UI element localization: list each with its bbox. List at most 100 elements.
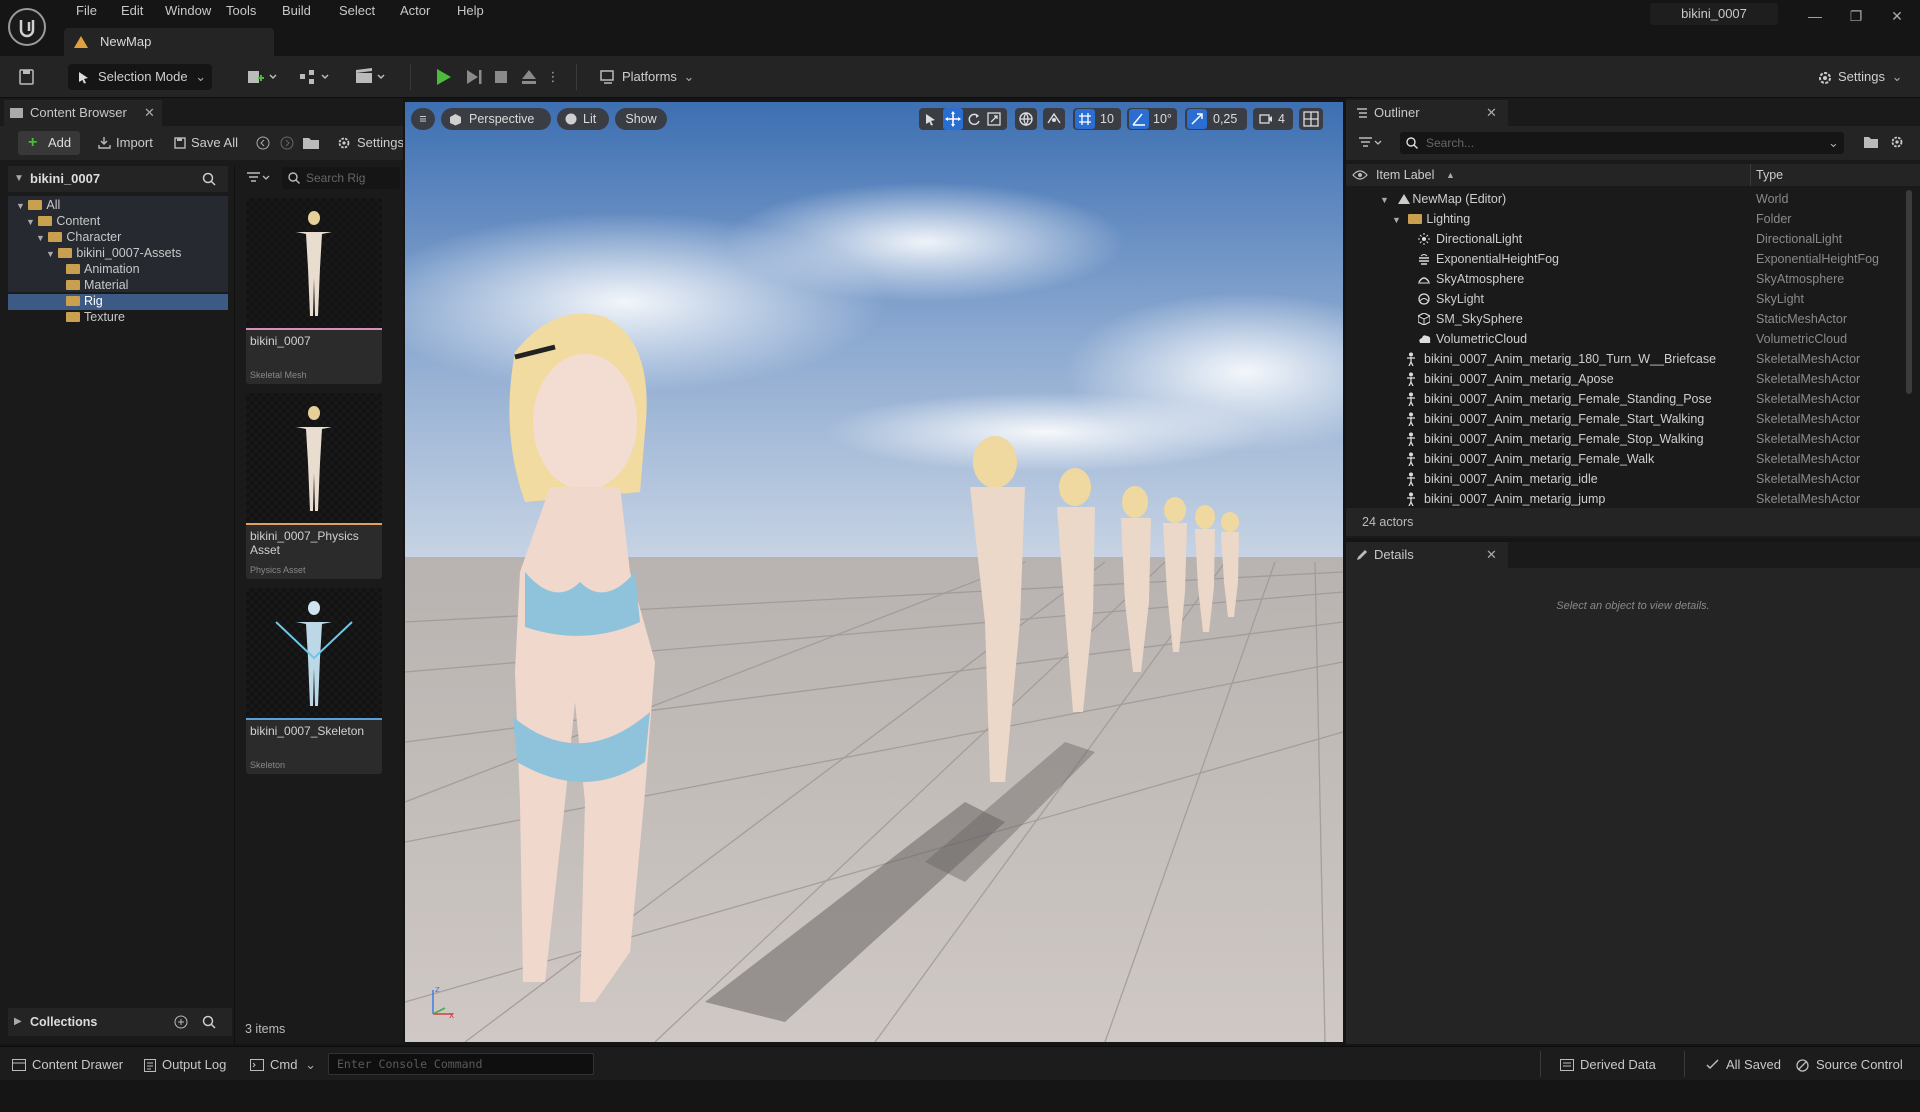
- collections-header[interactable]: ▶ Collections: [8, 1008, 232, 1036]
- tree-item-all[interactable]: ▼ All: [16, 197, 60, 213]
- tree-root-header[interactable]: ▼ bikini_0007: [8, 166, 228, 192]
- cb-settings-button[interactable]: Settings: [337, 131, 403, 155]
- asset-card-physics-asset[interactable]: bikini_0007_Physics Asset Physics Asset: [246, 393, 382, 579]
- outliner-row[interactable]: bikini_0007_Anim_metarig_Female_Standing…: [1346, 389, 1906, 409]
- select-tool-icon[interactable]: [925, 113, 937, 126]
- tree-item-rig[interactable]: Rig: [66, 293, 103, 309]
- rotate-tool-icon[interactable]: [967, 112, 981, 126]
- more-options-icon[interactable]: ⋮: [546, 64, 560, 90]
- add-actor-button[interactable]: [244, 64, 282, 90]
- map-tab[interactable]: NewMap: [64, 28, 274, 56]
- outliner-row[interactable]: ▼ NewMap (Editor) World: [1346, 189, 1906, 209]
- outliner-row[interactable]: SkyLight SkyLight: [1346, 289, 1906, 309]
- camera-speed-button[interactable]: 4: [1253, 108, 1293, 130]
- content-drawer-button[interactable]: Content Drawer: [12, 1054, 123, 1076]
- viewport-layout-icon[interactable]: [1299, 108, 1323, 130]
- tree-item-material[interactable]: Material: [66, 277, 128, 293]
- save-all-button[interactable]: Save All: [174, 131, 238, 155]
- filter-icon[interactable]: [1358, 136, 1382, 150]
- gear-icon[interactable]: [1890, 135, 1904, 149]
- column-item-label[interactable]: Item Label: [1376, 164, 1434, 186]
- scale-tool-icon[interactable]: [987, 112, 1001, 126]
- outliner-tab[interactable]: Outliner ✕: [1346, 100, 1508, 126]
- cmd-dropdown[interactable]: Cmd ⌄: [250, 1054, 316, 1076]
- outliner-row[interactable]: bikini_0007_Anim_metarig_180_Turn_W__Bri…: [1346, 349, 1906, 369]
- filter-icon[interactable]: [246, 171, 270, 185]
- rotation-snap-toggle[interactable]: 10°: [1127, 108, 1177, 130]
- import-button[interactable]: Import: [98, 131, 153, 155]
- scale-snap-toggle[interactable]: 0,25: [1185, 108, 1247, 130]
- menu-help[interactable]: Help: [447, 0, 494, 24]
- asset-card-skeletal-mesh[interactable]: bikini_0007 Skeletal Mesh: [246, 198, 382, 384]
- world-space-icon[interactable]: [1015, 108, 1037, 130]
- outliner-row[interactable]: VolumetricCloud VolumetricCloud: [1346, 329, 1906, 349]
- details-tab[interactable]: Details ✕: [1346, 542, 1508, 568]
- outliner-search-input[interactable]: Search... ⌄: [1400, 132, 1844, 154]
- platforms-dropdown[interactable]: Platforms ⌄: [596, 64, 696, 90]
- outliner-scrollbar[interactable]: [1906, 190, 1912, 394]
- search-icon[interactable]: [202, 1015, 216, 1029]
- perspective-dropdown[interactable]: Perspective: [441, 108, 551, 130]
- save-icon[interactable]: [12, 64, 40, 90]
- menu-build[interactable]: Build: [272, 0, 321, 24]
- all-saved-button[interactable]: All Saved: [1706, 1054, 1781, 1076]
- menu-file[interactable]: File: [66, 0, 107, 24]
- stop-icon[interactable]: [488, 64, 514, 90]
- outliner-row[interactable]: bikini_0007_Anim_metarig_Apose SkeletalMe…: [1346, 369, 1906, 389]
- outliner-row[interactable]: bikini_0007_Anim_metarig_Female_Start_Wa…: [1346, 409, 1906, 429]
- source-control-button[interactable]: Source Control: [1796, 1054, 1903, 1076]
- outliner-row[interactable]: bikini_0007_Anim_metarig_Female_Walk Skel…: [1346, 449, 1906, 469]
- cinematics-button[interactable]: [352, 64, 392, 90]
- play-icon[interactable]: [430, 64, 456, 90]
- close-icon[interactable]: ✕: [1486, 542, 1497, 568]
- blueprints-button[interactable]: [296, 64, 336, 90]
- close-icon[interactable]: ✕: [144, 100, 155, 126]
- derived-data-button[interactable]: Derived Data: [1560, 1054, 1656, 1076]
- show-dropdown[interactable]: Show: [615, 108, 667, 130]
- history-back-icon[interactable]: [256, 136, 270, 150]
- unreal-logo-icon[interactable]: [8, 8, 46, 46]
- output-log-button[interactable]: Output Log: [144, 1054, 226, 1076]
- outliner-row[interactable]: bikini_0007_Anim_metarig_Female_Stop_Wal…: [1346, 429, 1906, 449]
- restore-button[interactable]: ❐: [1836, 4, 1876, 28]
- add-folder-icon[interactable]: [1864, 136, 1878, 148]
- selection-mode-dropdown[interactable]: Selection Mode ⌄: [68, 64, 212, 90]
- translate-tool-icon[interactable]: [943, 108, 963, 130]
- outliner-row[interactable]: ExponentialHeightFog ExponentialHeightFog: [1346, 249, 1906, 269]
- grid-snap-toggle[interactable]: 10: [1073, 108, 1121, 130]
- menu-window[interactable]: Window: [155, 0, 221, 24]
- menu-edit[interactable]: Edit: [111, 0, 153, 24]
- tree-item-animation[interactable]: Animation: [66, 261, 140, 277]
- search-icon[interactable]: [202, 172, 216, 186]
- level-viewport[interactable]: ≡ Perspective Lit Show 10 10° 0,25 4 zx: [405, 102, 1343, 1042]
- folder-browse-icon[interactable]: [303, 137, 319, 149]
- menu-select[interactable]: Select: [329, 0, 385, 24]
- history-forward-icon[interactable]: [280, 136, 294, 150]
- close-icon[interactable]: ✕: [1486, 100, 1497, 126]
- menu-actor[interactable]: Actor: [390, 0, 440, 24]
- outliner-row[interactable]: SM_SkySphere StaticMeshActor: [1346, 309, 1906, 329]
- tree-item-character[interactable]: ▼ Character: [36, 229, 121, 245]
- tree-item-texture[interactable]: Texture: [66, 309, 125, 325]
- lit-dropdown[interactable]: Lit: [557, 108, 609, 130]
- outliner-row[interactable]: bikini_0007_Anim_metarig_idle SkeletalMes…: [1346, 469, 1906, 489]
- viewport-menu-icon[interactable]: ≡: [411, 108, 435, 130]
- close-window-button[interactable]: ✕: [1877, 4, 1917, 28]
- content-browser-tab[interactable]: Content Browser ✕: [4, 100, 162, 126]
- outliner-row[interactable]: ▼ Lighting Folder: [1346, 209, 1906, 229]
- eject-icon[interactable]: [516, 64, 542, 90]
- asset-card-skeleton[interactable]: bikini_0007_Skeleton Skeleton: [246, 588, 382, 774]
- add-button[interactable]: + Add: [18, 131, 80, 155]
- settings-dropdown[interactable]: Settings ⌄: [1812, 64, 1908, 90]
- tree-item-content[interactable]: ▼ Content: [26, 213, 100, 229]
- surface-snap-icon[interactable]: [1043, 108, 1065, 130]
- asset-search-input[interactable]: Search Rig: [282, 167, 400, 189]
- console-command-input[interactable]: Enter Console Command: [328, 1053, 594, 1075]
- column-type[interactable]: Type: [1756, 164, 1783, 186]
- outliner-row[interactable]: DirectionalLight DirectionalLight: [1346, 229, 1906, 249]
- minimize-button[interactable]: —: [1795, 4, 1835, 28]
- tree-item-assets[interactable]: ▼ bikini_0007-Assets: [46, 245, 181, 261]
- menu-tools[interactable]: Tools: [216, 0, 266, 24]
- add-collection-icon[interactable]: [174, 1015, 188, 1029]
- step-forward-icon[interactable]: [460, 64, 486, 90]
